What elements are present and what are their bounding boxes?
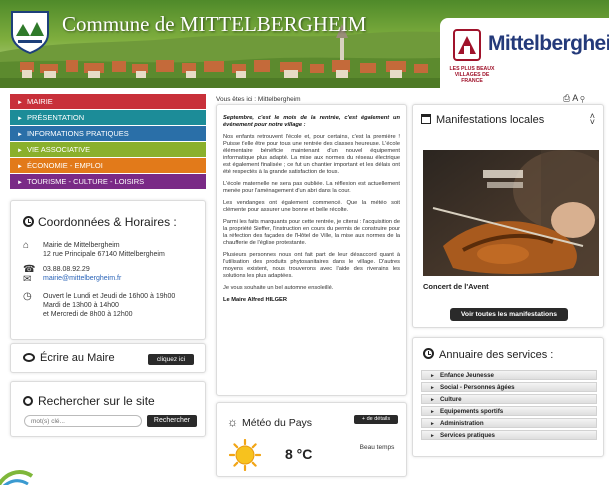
nav-item-label: PRÉSENTATION [26, 113, 85, 122]
arrow-right-icon: ► [430, 385, 435, 391]
email-link[interactable]: mairie@mittelbergheim.fr [43, 275, 121, 282]
ecrire-button[interactable]: cliquez ici [148, 354, 194, 365]
annuaire-title: Annuaire des services : [423, 348, 553, 361]
article-paragraph: Plusieurs personnes nous ont fait part d… [223, 252, 400, 279]
nav-item-label: INFORMATIONS PRATIQUES [26, 129, 129, 138]
event-title[interactable]: Concert de l'Avent [423, 282, 489, 291]
site-title[interactable]: Commune de MITTELBERGHEIM [62, 12, 366, 37]
annuaire-item-social[interactable]: ► Social - Personnes âgées [421, 382, 597, 392]
arrow-right-icon: ► [430, 421, 435, 427]
address-line1: Mairie de Mittelbergheim [43, 242, 120, 249]
nav-item-economie-emploi[interactable]: ► ÉCONOMIE - EMPLOI [10, 158, 206, 173]
coordonnees-panel: Coordonnées & Horaires : ⌂ Mairie de Mit… [10, 200, 206, 340]
arrow-right-icon: ► [17, 132, 23, 138]
nav-item-label: TOURISME - CULTURE - LOISIRS [26, 177, 145, 186]
label-logo-icon [453, 29, 481, 61]
nav-item-label: VIE ASSOCIATIVE [26, 145, 91, 154]
decorative-swirl [0, 470, 34, 485]
coordonnees-title: Coordonnées & Horaires : [23, 215, 177, 229]
event-photo-violinist[interactable] [423, 150, 599, 276]
nav-item-label: ÉCONOMIE - EMPLOI [26, 161, 103, 170]
meteo-panel: ☼ Météo du Pays + de détails 8 °C Beau te… [216, 402, 407, 477]
phone-number: 03.88.08.92.29 [43, 266, 90, 273]
sun-outline-icon: ☼ [227, 415, 238, 429]
article-paragraph: L'école maternelle ne sera pas oubliée. … [223, 181, 400, 194]
hours-line1: Ouvert le Lundi et Jeudi de 16h00 à 19h0… [43, 293, 176, 300]
article-lead: Septembre, c'est le mois de la rentrée, … [223, 115, 400, 128]
temperature-value: 8 °C [285, 446, 313, 462]
page-tools: ⎙A⚲ [563, 93, 587, 104]
all-events-button[interactable]: Voir toutes les manifestations [450, 308, 568, 321]
nav-item-vie-associative[interactable]: ► VIE ASSOCIATIVE [10, 142, 206, 157]
ecrire-title: Écrire au Maire [23, 352, 115, 364]
address-line2: 12 rue Principale 67140 Mittelbergheim [43, 251, 165, 258]
annuaire-list: ► Enfance Jeunesse ► Social - Personnes âg… [421, 370, 597, 442]
article-signature: Le Maire Alfred HILGER [223, 297, 287, 303]
article-paragraph: Nos enfants retrouvent l'école et, pour … [223, 134, 400, 175]
annuaire-item-administration[interactable]: ► Administration [421, 418, 597, 428]
annuaire-panel: Annuaire des services : ► Enfance Jeuness… [412, 337, 604, 457]
clock-icon [23, 216, 34, 227]
manifestations-title: Manifestations locales [421, 114, 544, 126]
article-paragraph: Je vous souhaite un bel automne ensoleil… [223, 285, 334, 291]
calendar-icon [421, 114, 431, 124]
arrow-right-icon: ► [17, 164, 23, 170]
nav-item-label: MAIRIE [26, 97, 53, 106]
ecrire-maire-panel: Écrire au Maire cliquez ici [10, 343, 206, 373]
annuaire-item-enfance-jeunesse[interactable]: ► Enfance Jeunesse [421, 370, 597, 380]
nav-item-mairie[interactable]: ► MAIRIE [10, 94, 206, 109]
article-paragraph: Parmi les faits marquants pour cette ren… [223, 219, 400, 246]
annuaire-item-culture[interactable]: ► Culture [421, 394, 597, 404]
search-icon [23, 396, 33, 406]
annuaire-item-equipements-sportifs[interactable]: ► Equipements sportifs [421, 406, 597, 416]
meteo-title: ☼ Météo du Pays [227, 415, 313, 429]
print-icon[interactable]: ⎙ [563, 93, 572, 103]
commune-crest-logo [11, 11, 49, 54]
hours-line2: Mardi de 13h00 à 14h00 [43, 302, 119, 309]
phone-mail-icon: ☎ ✉ [23, 264, 36, 285]
sunny-weather-icon [229, 439, 261, 471]
nav-item-informations-pratiques[interactable]: ► INFORMATIONS PRATIQUES [10, 126, 206, 141]
main-navigation: ► MAIRIE ► PRÉSENTATION ► INFORMATIONS PRAT… [10, 94, 206, 190]
site-header: Commune de MITTELBERGHEIM Mittelbergheim… [0, 0, 609, 88]
annuaire-item-services-pratiques[interactable]: ► Services pratiques [421, 430, 597, 440]
search-input[interactable] [24, 415, 142, 427]
clock-icon: ◷ [23, 291, 32, 302]
hours-line3: et Mercredi de 8h00 à 12h00 [43, 311, 133, 318]
edito-article: Septembre, c'est le mois de la rentrée, … [216, 104, 407, 396]
arrow-right-icon: ► [17, 148, 23, 154]
plus-beaux-villages-label[interactable]: Mittelbergheim LES PLUS BEAUX VILLAGES D… [440, 18, 609, 88]
label-subtitle: LES PLUS BEAUX VILLAGES DE FRANCE [449, 66, 495, 84]
meteo-details-button[interactable]: + de détails [354, 415, 398, 424]
speech-bubble-icon [23, 353, 35, 362]
nav-item-presentation[interactable]: ► PRÉSENTATION [10, 110, 206, 125]
search-panel: Rechercher sur le site Rechercher [10, 381, 206, 437]
arrow-right-icon: ► [17, 180, 23, 186]
arrow-right-icon: ► [17, 116, 23, 122]
search-button[interactable]: Rechercher [147, 415, 197, 427]
search-title: Rechercher sur le site [23, 394, 155, 408]
nav-item-tourisme[interactable]: ► TOURISME - CULTURE - LOISIRS [10, 174, 206, 189]
label-title: Mittelbergheim [488, 32, 609, 55]
weather-condition: Beau temps [359, 444, 395, 451]
manifestations-panel: Manifestations locales ˄ ˅ Concert de l'A… [412, 104, 604, 328]
arrow-right-icon: ► [430, 433, 435, 439]
carousel-chevrons-icon[interactable]: ˄ ˅ [590, 112, 595, 127]
arrow-right-icon: ► [430, 397, 435, 403]
arrow-right-icon: ► [430, 373, 435, 379]
arrow-right-icon: ► [17, 100, 23, 106]
home-icon: ⌂ [23, 240, 30, 251]
article-paragraph: Les vendanges ont également commencé. Qu… [223, 200, 400, 213]
breadcrumb: Vous êtes ici : Mittelbergheim [216, 96, 301, 103]
arrow-right-icon: ► [430, 409, 435, 415]
clock-icon [423, 348, 434, 359]
zoom-icon[interactable]: ⚲ [580, 93, 586, 103]
